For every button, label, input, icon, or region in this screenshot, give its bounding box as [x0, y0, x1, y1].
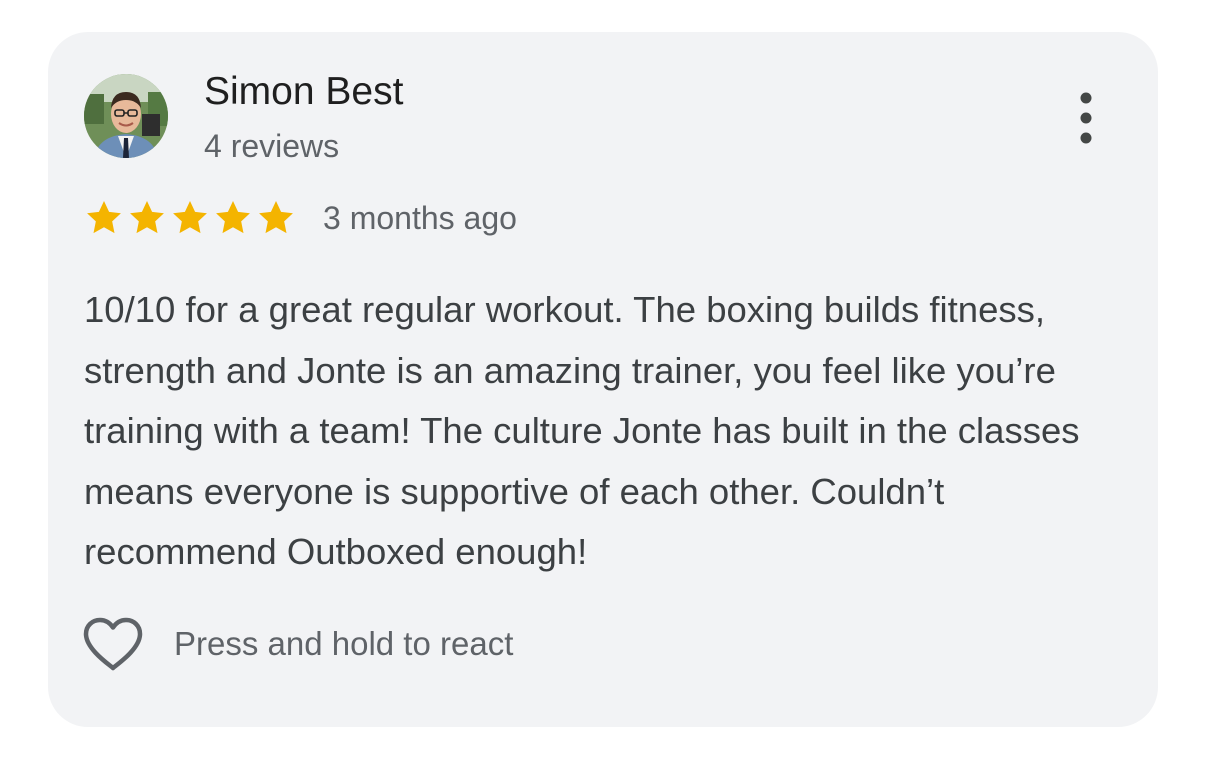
rating-row: 3 months ago: [84, 196, 517, 240]
star-icon: [216, 201, 250, 234]
star-icon: [173, 201, 207, 234]
review-card: Simon Best 4 reviews 3 months ago 10/10 …: [48, 32, 1158, 727]
author-review-count: 4 reviews: [204, 128, 340, 164]
more-options-icon[interactable]: [1068, 88, 1104, 148]
star-icon: [259, 201, 293, 234]
review-text: 10/10 for a great regular workout. The b…: [84, 289, 1080, 572]
review-date: 3 months ago: [323, 199, 517, 236]
author-name[interactable]: Simon Best: [204, 68, 403, 116]
react-label: Press and hold to react: [174, 625, 514, 662]
star-rating: [84, 198, 299, 238]
heart-outline-icon[interactable]: [82, 616, 144, 672]
author-avatar[interactable]: [84, 74, 168, 158]
star-icon: [87, 201, 121, 234]
star-icon: [130, 201, 164, 234]
react-button[interactable]: Press and hold to react: [82, 614, 513, 674]
profile-photo: [84, 74, 168, 158]
